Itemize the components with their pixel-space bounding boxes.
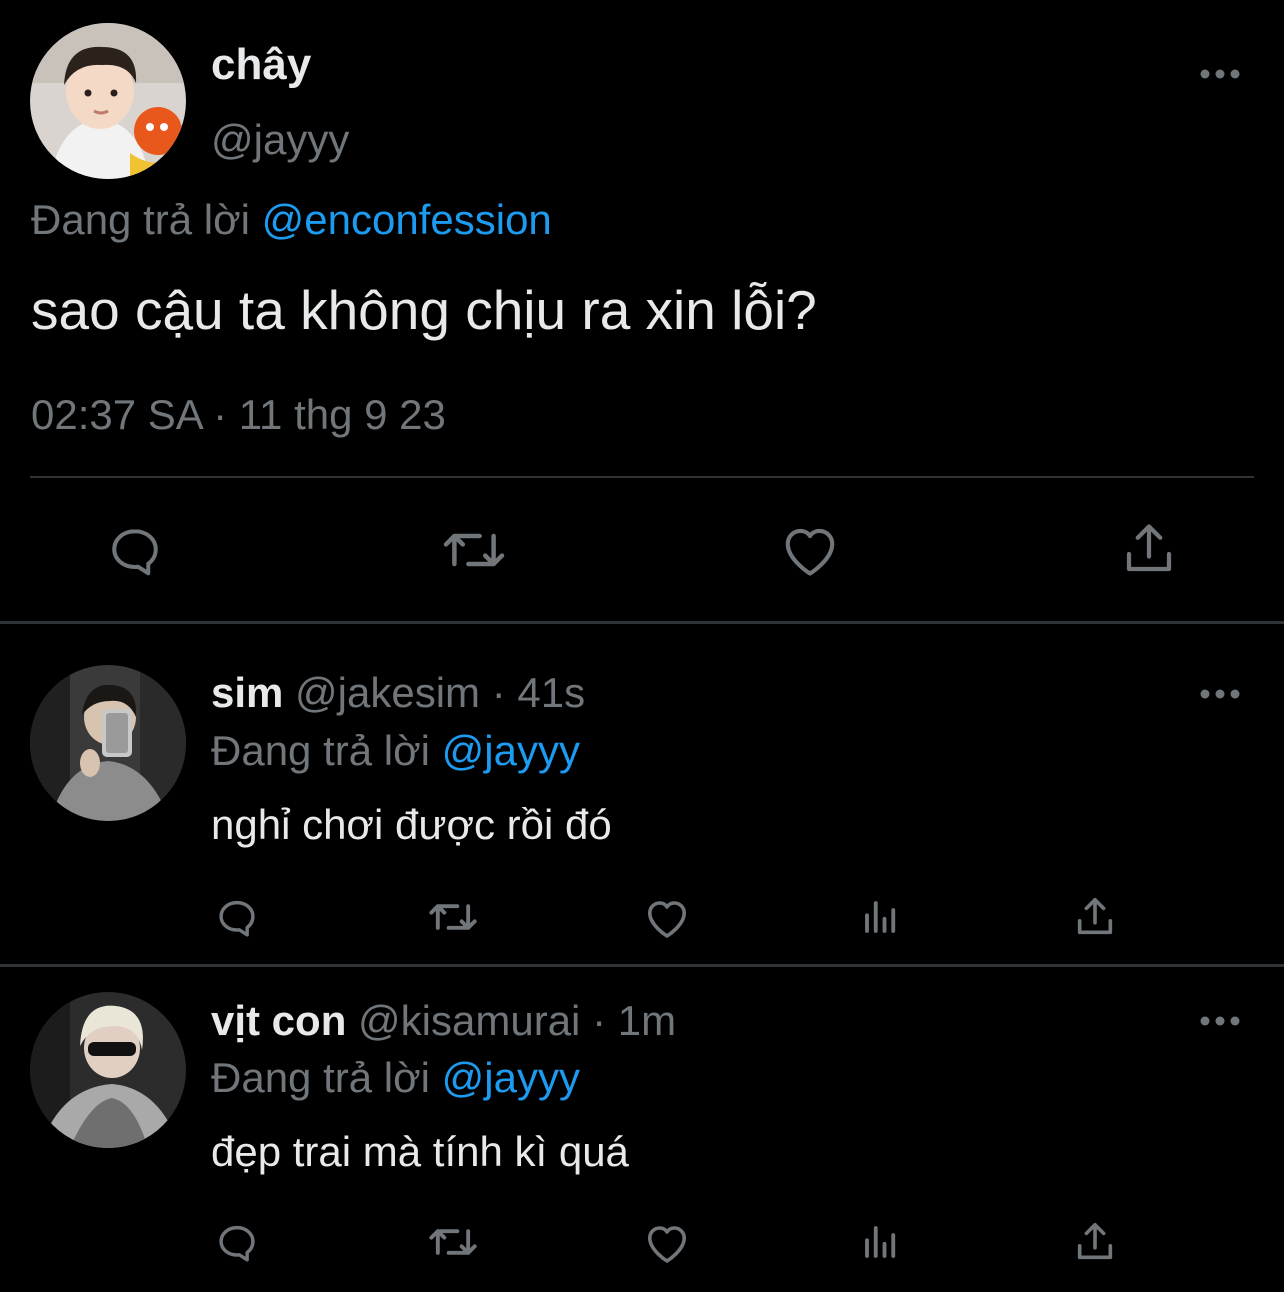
avatar-image [30, 992, 186, 1148]
user-handle[interactable]: @kisamurai [358, 997, 580, 1044]
reply-button[interactable] [100, 517, 170, 583]
relative-time[interactable]: 1m [618, 997, 676, 1044]
avatar[interactable] [30, 992, 186, 1148]
reply-header: vịt con @kisamurai · 1m [211, 994, 676, 1048]
user-handle[interactable]: @jakesim [295, 669, 480, 716]
more-horizontal-icon [1200, 69, 1240, 79]
reply-icon [219, 900, 255, 937]
share-icon [1077, 1222, 1113, 1260]
tweet-text: sao cậu ta không chịu ra xin lỗi? [31, 279, 817, 341]
retweet-icon [443, 533, 505, 567]
views-button[interactable] [858, 1219, 904, 1265]
replying-to: Đang trả lời @jayyy [211, 1051, 580, 1105]
separator-dot: · [491, 669, 506, 716]
views-icon [865, 1226, 896, 1258]
like-button[interactable] [642, 893, 692, 941]
replying-prefix: Đang trả lời [211, 1054, 430, 1101]
avatar[interactable] [30, 23, 186, 179]
replying-to-link[interactable]: @jayyy [442, 727, 580, 774]
replying-to-link[interactable]: @enconfession [262, 196, 552, 243]
views-button[interactable] [858, 894, 904, 940]
divider [30, 476, 1254, 478]
replying-prefix: Đang trả lời [211, 727, 430, 774]
reply-icon [112, 529, 158, 576]
more-options-button[interactable] [1196, 1009, 1244, 1033]
share-button[interactable] [1072, 893, 1118, 941]
views-icon [865, 901, 896, 933]
share-icon [1077, 897, 1113, 935]
retweet-button[interactable] [426, 894, 480, 940]
reply-header: sim @jakesim · 41s [211, 666, 585, 720]
display-name[interactable]: vịt con [211, 997, 346, 1044]
display-name[interactable]: sim [211, 669, 283, 716]
retweet-icon [429, 1229, 477, 1255]
replying-to: Đang trả lời @enconfession [31, 193, 552, 247]
avatar-image [30, 23, 186, 179]
more-horizontal-icon [1200, 689, 1240, 699]
replying-prefix: Đang trả lời [31, 196, 250, 243]
avatar[interactable] [30, 665, 186, 821]
relative-time[interactable]: 41s [517, 669, 585, 716]
share-icon [1126, 524, 1172, 572]
more-horizontal-icon [1200, 1016, 1240, 1026]
like-icon [648, 901, 686, 938]
like-icon [648, 1226, 686, 1263]
replying-to-link[interactable]: @jayyy [442, 1054, 580, 1101]
divider [0, 964, 1284, 967]
like-button[interactable] [777, 518, 843, 580]
like-icon [785, 528, 835, 576]
retweet-icon [429, 904, 477, 930]
more-options-button[interactable] [1196, 682, 1244, 706]
retweet-button[interactable] [426, 1219, 480, 1265]
separator-dot: · [592, 997, 607, 1044]
tweet-text: đẹp trai mà tính kì quá [211, 1128, 629, 1175]
user-handle[interactable]: @jayyy [211, 113, 349, 167]
avatar-image [30, 665, 186, 821]
more-options-button[interactable] [1196, 62, 1244, 86]
reply-button[interactable] [212, 1217, 262, 1267]
share-button[interactable] [1072, 1218, 1118, 1266]
replying-to: Đang trả lời @jayyy [211, 724, 580, 778]
tweet-text: nghỉ chơi được rồi đó [211, 801, 612, 848]
display-name[interactable]: chây [211, 38, 311, 92]
retweet-button[interactable] [438, 520, 510, 580]
tweet-timestamp[interactable]: 02:37 SA · 11 thg 9 23 [31, 388, 446, 442]
reply-button[interactable] [212, 892, 262, 942]
share-button[interactable] [1116, 518, 1182, 580]
divider [0, 621, 1284, 624]
like-button[interactable] [642, 1218, 692, 1266]
reply-icon [219, 1225, 255, 1262]
